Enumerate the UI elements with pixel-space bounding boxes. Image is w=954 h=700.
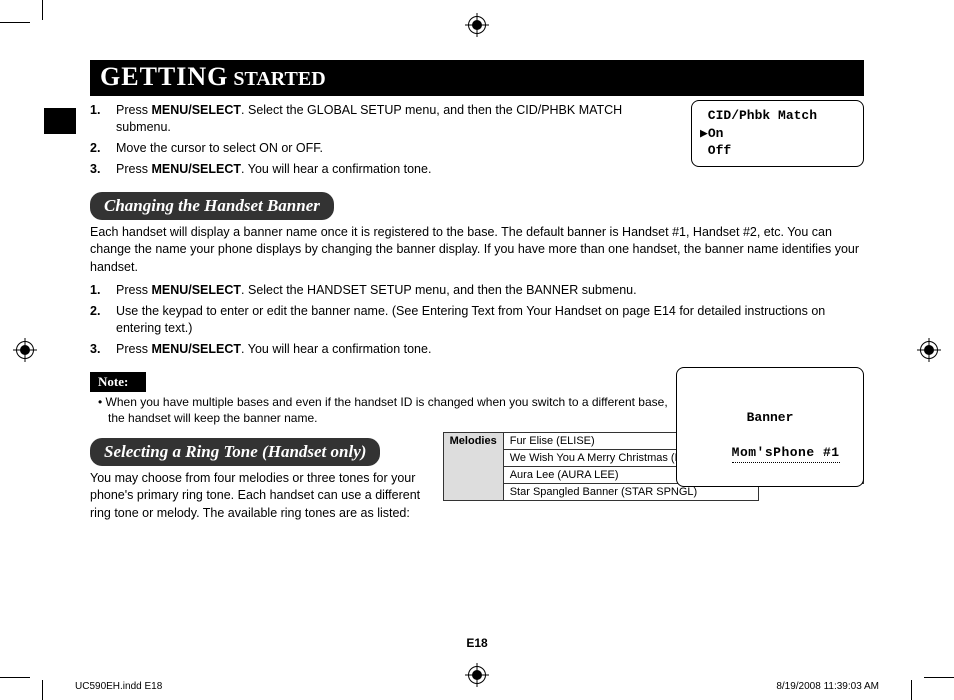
registration-mark-icon xyxy=(920,341,938,359)
step-row: 1.Press MENU/SELECT. Select the HANDSET … xyxy=(90,282,864,299)
step-row: 2.Move the cursor to select ON or OFF. xyxy=(90,140,670,157)
crop-mark xyxy=(0,677,30,678)
crop-mark xyxy=(42,0,43,20)
key-name: MENU/SELECT xyxy=(151,342,241,356)
crop-mark xyxy=(42,680,43,700)
key-name: MENU/SELECT xyxy=(151,162,241,176)
lcd-display-cid: CID/Phbk Match ▶On Off xyxy=(691,100,864,167)
crop-mark xyxy=(911,680,912,700)
crop-mark xyxy=(0,22,30,23)
step-row: 3.Press MENU/SELECT. You will hear a con… xyxy=(90,161,670,178)
page-content: GETTING STARTED CID/Phbk Match ▶On Off 1… xyxy=(90,60,864,640)
section-heading-banner: Changing the Handset Banner xyxy=(90,192,334,220)
registration-mark-icon xyxy=(16,341,34,359)
section-ringtone-paragraph: You may choose from four melodies or thr… xyxy=(90,470,429,523)
thumb-tab xyxy=(44,108,76,134)
page-title-big: GETTING xyxy=(100,62,228,91)
step-text: Press MENU/SELECT. Select the GLOBAL SET… xyxy=(116,102,670,136)
lcd-display-banner: Banner Mom'sPhone #1 xyxy=(676,367,864,487)
steps-section-2: 1.Press MENU/SELECT. Select the HANDSET … xyxy=(90,282,864,358)
footer-filename: UC590EH.indd E18 xyxy=(75,681,162,692)
step-row: 3.Press MENU/SELECT. You will hear a con… xyxy=(90,341,864,358)
step-number: 1. xyxy=(90,102,116,119)
note-text: • When you have multiple bases and even … xyxy=(90,392,678,426)
step-text: Use the keypad to enter or edit the bann… xyxy=(116,303,864,337)
step-text: Move the cursor to select ON or OFF. xyxy=(116,140,670,157)
note-label: Note: xyxy=(90,372,146,392)
key-name: MENU/SELECT xyxy=(151,103,241,117)
step-row: 1.Press MENU/SELECT. Select the GLOBAL S… xyxy=(90,102,670,136)
steps-section-1: 1.Press MENU/SELECT. Select the GLOBAL S… xyxy=(90,102,670,178)
step-number: 2. xyxy=(90,303,116,320)
step-text: Press MENU/SELECT. You will hear a confi… xyxy=(116,161,670,178)
step-number: 3. xyxy=(90,341,116,358)
registration-mark-icon xyxy=(468,16,486,34)
key-name: MENU/SELECT xyxy=(151,283,241,297)
section-banner-paragraph: Each handset will display a banner name … xyxy=(90,224,864,277)
step-text: Press MENU/SELECT. Select the HANDSET SE… xyxy=(116,282,864,299)
step-number: 2. xyxy=(90,140,116,157)
lcd-banner-line2: Mom'sPhone #1 xyxy=(732,444,840,463)
page-title-small: STARTED xyxy=(228,68,325,90)
step-number: 3. xyxy=(90,161,116,178)
lcd-banner-line1: Banner xyxy=(685,409,855,427)
crop-mark xyxy=(924,677,954,678)
melodies-header: Melodies xyxy=(443,432,503,500)
step-number: 1. xyxy=(90,282,116,299)
page-title-bar: GETTING STARTED xyxy=(90,60,864,96)
step-text: Press MENU/SELECT. You will hear a confi… xyxy=(116,341,864,358)
page-number: E18 xyxy=(466,636,487,650)
section-heading-ringtone: Selecting a Ring Tone (Handset only) xyxy=(90,438,380,466)
footer-timestamp: 8/19/2008 11:39:03 AM xyxy=(776,681,879,692)
step-row: 2.Use the keypad to enter or edit the ba… xyxy=(90,303,864,337)
print-footer: UC590EH.indd E18 8/19/2008 11:39:03 AM xyxy=(75,681,879,692)
